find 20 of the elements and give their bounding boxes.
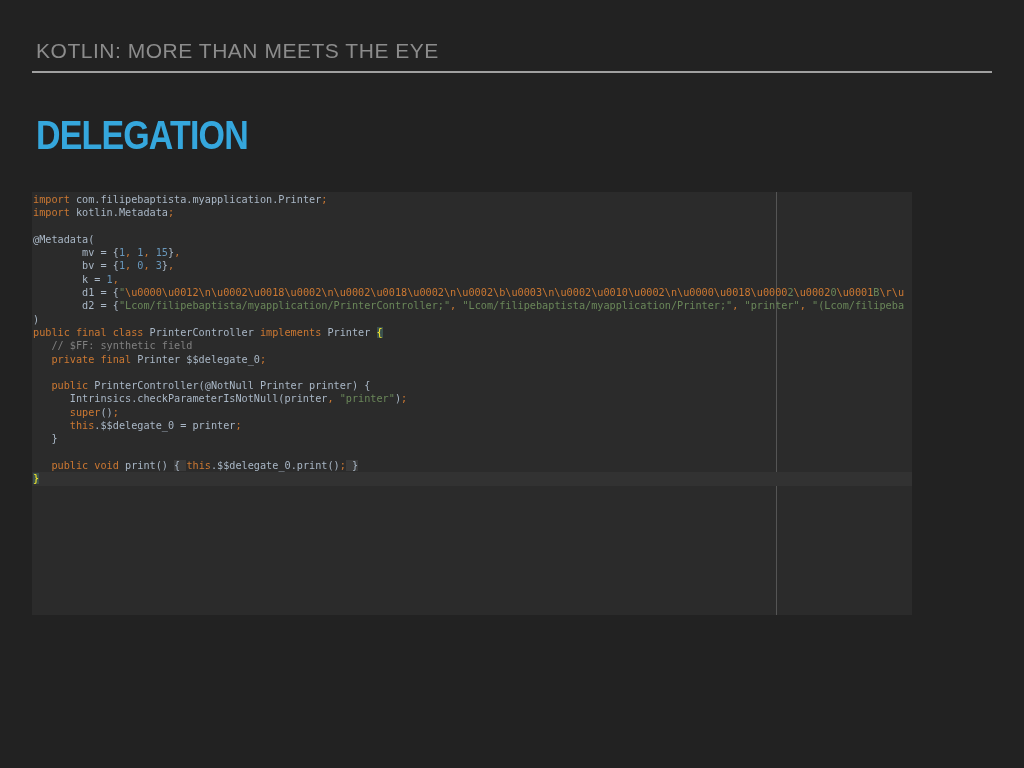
code-line: d2 = {"Lcom/filipebaptista/myapplication/PrinterController;", "Lcom/filipebaptista/myapplication/Printer;", "printer", "(Lcom/filipeba [81, 299, 906, 313]
code-line: @Metadata( [32, 232, 96, 247]
code-line: k = 1, [81, 272, 120, 287]
slide-header: KOTLIN: MORE THAN MEETS THE EYE [36, 40, 440, 64]
code-line: public final class PrinterController implements Printer { [32, 325, 384, 340]
code-line: import com.filipebaptista.myapplication.Printer; [32, 193, 329, 207]
code-line: ) [32, 312, 41, 326]
code-line: this.$$delegate_0 = printer; [68, 419, 243, 433]
code-line: import kotlin.Metadata; [32, 206, 176, 220]
code-line: mv = {1, 1, 15}, [81, 246, 182, 260]
code-line: private final Printer $$delegate_0; [50, 352, 268, 366]
code-line: // $FF: synthetic field [50, 339, 194, 353]
slide-title: DELEGATION [36, 115, 249, 155]
code-line: public PrinterController(@NotNull Printer printer) { [50, 379, 372, 393]
code-line: Intrinsics.checkParameterIsNotNull(printer, "printer"); [68, 392, 409, 406]
code-line: d1 = {"\u0000\u0012\n\u0002\u0018\u0002\n\u0002\u0018\u0002\n\u0002\b\u0003\n\u0002\u0010\u0002\n\u0000\u0018\u00002\u00020\u0001B\r\u [81, 286, 906, 300]
code-line: } [50, 432, 59, 446]
code-line: super(); [68, 405, 120, 420]
code-line: public void print() { this.$$delegate_0.print(); } [50, 458, 360, 473]
code-line: bv = {1, 0, 3}, [81, 259, 176, 273]
